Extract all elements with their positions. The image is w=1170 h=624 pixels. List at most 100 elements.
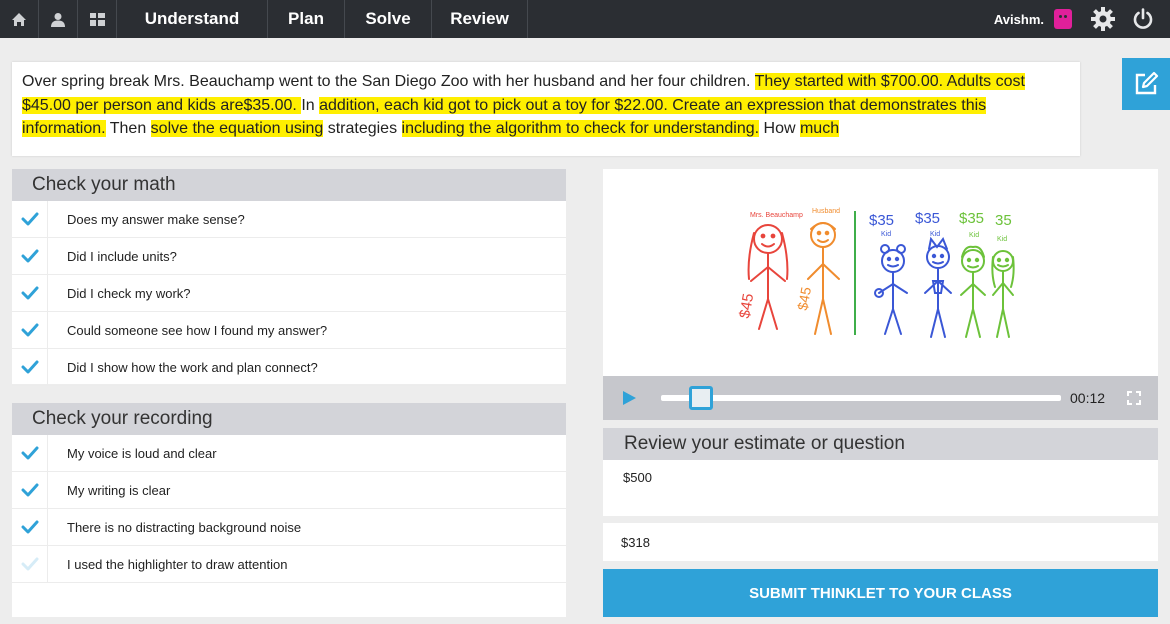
check-recording-list: My voice is loud and clear My writing is … <box>12 434 566 583</box>
apps-button[interactable] <box>78 0 117 38</box>
fullscreen-icon[interactable] <box>1127 391 1141 405</box>
checkmark-icon <box>21 360 38 374</box>
checkmark-icon <box>21 212 38 226</box>
checklist-label: Could someone see how I found my answer? <box>67 322 328 338</box>
mom-price: $45 <box>736 292 757 320</box>
top-nav: Understand Plan Solve Review Avishm. <box>0 0 1170 38</box>
progress-thumb[interactable] <box>689 386 713 410</box>
home-icon <box>12 12 26 26</box>
checklist-label: There is no distracting background noise <box>67 519 302 535</box>
username[interactable]: Avishm. <box>994 12 1044 27</box>
grid-icon <box>89 12 105 26</box>
checklist-label: Did I show how the work and plan connect… <box>67 359 318 375</box>
checkbox[interactable] <box>12 348 48 386</box>
checkbox[interactable] <box>12 508 48 546</box>
progress-track[interactable] <box>661 395 1061 401</box>
checklist-label: Does my answer make sense? <box>67 211 245 227</box>
checkbox[interactable] <box>12 545 48 583</box>
husband-label: Husband <box>812 208 840 215</box>
checklist-item[interactable]: Could someone see how I found my answer? <box>12 311 566 349</box>
problem-segment: Then <box>105 120 151 137</box>
avatar[interactable] <box>1054 9 1072 29</box>
play-icon[interactable] <box>621 390 637 406</box>
highlighted-segment: solve the equation using <box>150 120 324 137</box>
checkmark-icon <box>21 446 38 460</box>
problem-segment: strategies <box>323 120 402 137</box>
review-title: Review your estimate or question <box>603 428 1158 460</box>
answer-value: $318 <box>603 523 1158 561</box>
player-controls: 00:12 <box>603 376 1158 420</box>
estimate-value: $500 <box>603 460 1158 516</box>
checklist-item[interactable]: Does my answer make sense? <box>12 200 566 238</box>
check-recording-title: Check your recording <box>12 403 566 435</box>
highlighted-segment: much <box>799 120 840 137</box>
check-math-title: Check your math <box>12 169 566 201</box>
problem-segment: How <box>759 120 800 137</box>
kid-label-3: Kid <box>969 232 979 239</box>
checkbox[interactable] <box>12 200 48 238</box>
gear-icon <box>1091 7 1115 31</box>
checklist-label: Did I check my work? <box>67 285 191 301</box>
tab-plan[interactable]: Plan <box>268 0 345 38</box>
logout-button[interactable] <box>1130 6 1156 32</box>
user-area: Avishm. <box>994 0 1170 38</box>
checklist-item[interactable]: Did I show how the work and plan connect… <box>12 348 566 386</box>
checkmark-icon <box>21 286 38 300</box>
profile-button[interactable] <box>39 0 78 38</box>
kid-price-3: $35 <box>959 210 984 227</box>
checklist-item[interactable]: My voice is loud and clear <box>12 434 566 472</box>
user-icon <box>51 12 65 27</box>
mom-label: Mrs. Beauchamp <box>750 212 803 219</box>
checkbox[interactable] <box>12 274 48 312</box>
playback-time: 00:12 <box>1070 390 1106 406</box>
student-drawing: Mrs. Beauchamp Husband $45 $45 $35 $35 $… <box>736 208 1015 338</box>
tab-review[interactable]: Review <box>432 0 528 38</box>
problem-statement: Over spring break Mrs. Beauchamp went to… <box>12 62 1080 156</box>
checklist-item[interactable]: Did I include units? <box>12 237 566 275</box>
checkbox[interactable] <box>12 471 48 509</box>
edit-notes-button[interactable] <box>1122 58 1170 110</box>
edit-icon <box>1135 71 1159 95</box>
checklist-item[interactable]: Did I check my work? <box>12 274 566 312</box>
settings-button[interactable] <box>1090 6 1116 32</box>
kid-label-4: Kid <box>997 236 1007 243</box>
problem-segment: Over spring break Mrs. Beauchamp went to… <box>22 73 755 90</box>
check-recording-panel: Check your recording My voice is loud an… <box>12 403 566 617</box>
checkmark-icon <box>21 557 38 571</box>
kid-figure-4 <box>991 250 1015 338</box>
kid-label-1: Kid <box>881 231 891 238</box>
kid-figure-1 <box>874 244 908 335</box>
check-math-list: Does my answer make sense? Did I include … <box>12 200 566 386</box>
checklist-item[interactable]: There is no distracting background noise <box>12 508 566 546</box>
tab-solve[interactable]: Solve <box>345 0 432 38</box>
problem-segment: In <box>301 96 320 114</box>
checkmark-icon <box>21 520 38 534</box>
problem-text: Over spring break Mrs. Beauchamp went to… <box>22 70 1070 141</box>
home-button[interactable] <box>0 0 39 38</box>
checkbox[interactable] <box>12 237 48 275</box>
husband-figure <box>807 222 840 335</box>
submit-thinklet-button[interactable]: SUBMIT THINKLET TO YOUR CLASS <box>603 569 1158 617</box>
checklist-item[interactable]: My writing is clear <box>12 471 566 509</box>
checkmark-icon <box>21 249 38 263</box>
tab-understand[interactable]: Understand <box>117 0 268 38</box>
checklist-label: I used the highlighter to draw attention <box>67 556 288 572</box>
checklist-item[interactable]: I used the highlighter to draw attention <box>12 545 566 583</box>
kid-price-1: $35 <box>869 212 894 229</box>
husband-price: $45 <box>794 286 814 312</box>
kid-price-2: $35 <box>915 210 940 227</box>
highlighted-segment: including the algorithm to check for und… <box>401 120 760 137</box>
power-icon <box>1133 8 1153 29</box>
checkbox[interactable] <box>12 311 48 349</box>
kid-label-2: Kid <box>930 231 940 238</box>
kid-figure-2 <box>924 236 952 338</box>
kid-figure-3 <box>960 245 986 338</box>
check-math-panel: Check your math Does my answer make sens… <box>12 169 566 386</box>
checkmark-icon <box>21 323 38 337</box>
checklist-label: Did I include units? <box>67 248 177 264</box>
checklist-label: My writing is clear <box>67 482 171 498</box>
checkmark-icon <box>21 483 38 497</box>
checkbox[interactable] <box>12 434 48 472</box>
thinklet-video[interactable]: Mrs. Beauchamp Husband $45 $45 $35 $35 $… <box>603 169 1158 376</box>
checklist-label: My voice is loud and clear <box>67 445 217 461</box>
